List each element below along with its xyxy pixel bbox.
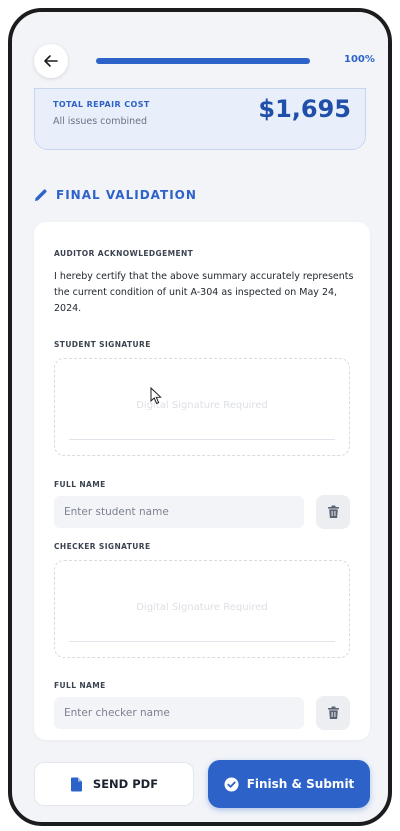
check-circle-icon — [224, 777, 239, 791]
acknowledgement-label: AUDITOR ACKNOWLEDGEMENT — [54, 249, 194, 258]
finish-submit-button[interactable]: Finish & Submit — [208, 760, 370, 808]
checker-signature-placeholder: Digital Signature Required — [136, 602, 268, 613]
checker-signature-label: CHECKER SIGNATURE — [54, 542, 151, 551]
checker-signature-line — [69, 641, 335, 642]
finish-submit-label: Finish & Submit — [246, 777, 355, 791]
trash-icon — [327, 706, 339, 719]
send-pdf-label: SEND PDF — [92, 777, 159, 791]
arrow-left-icon — [44, 55, 58, 67]
checker-signature-pad[interactable]: Digital Signature Required — [54, 560, 350, 658]
student-signature-label: STUDENT SIGNATURE — [54, 340, 151, 349]
clear-student-button[interactable] — [316, 495, 350, 529]
trash-icon — [327, 505, 339, 518]
acknowledgement-text: I hereby certify that the above summary … — [54, 271, 354, 314]
section-title: FINAL VALIDATION — [56, 188, 197, 202]
student-signature-line — [69, 439, 335, 440]
pencil-icon — [35, 189, 47, 201]
total-cost-label: TOTAL REPAIR COST — [53, 100, 150, 109]
checker-name-input[interactable] — [54, 697, 304, 729]
section-header: FINAL VALIDATION — [34, 188, 197, 202]
student-signature-pad[interactable]: Digital Signature Required — [54, 358, 350, 456]
checker-name-label: FULL NAME — [54, 681, 106, 690]
student-name-label: FULL NAME — [54, 480, 106, 489]
progress-label: 100% — [344, 54, 375, 65]
student-signature-placeholder: Digital Signature Required — [136, 400, 268, 411]
clear-checker-button[interactable] — [316, 696, 350, 730]
back-button[interactable] — [34, 44, 68, 78]
send-pdf-button[interactable]: SEND PDF — [34, 762, 194, 806]
progress-fill — [96, 58, 310, 64]
mouse-cursor-icon — [150, 387, 162, 405]
validation-card: AUDITOR ACKNOWLEDGEMENT I hereby certify… — [34, 222, 370, 740]
progress-bar — [96, 58, 310, 64]
phone-frame: 100% TOTAL REPAIR COST All issues combin… — [8, 8, 392, 826]
total-cost-value: $1,695 — [258, 95, 351, 123]
total-cost-subtitle: All issues combined — [53, 116, 148, 127]
total-cost-card: TOTAL REPAIR COST All issues combined $1… — [34, 88, 366, 150]
header: 100% — [12, 12, 388, 96]
student-name-input[interactable] — [54, 496, 304, 528]
file-icon — [70, 777, 82, 791]
